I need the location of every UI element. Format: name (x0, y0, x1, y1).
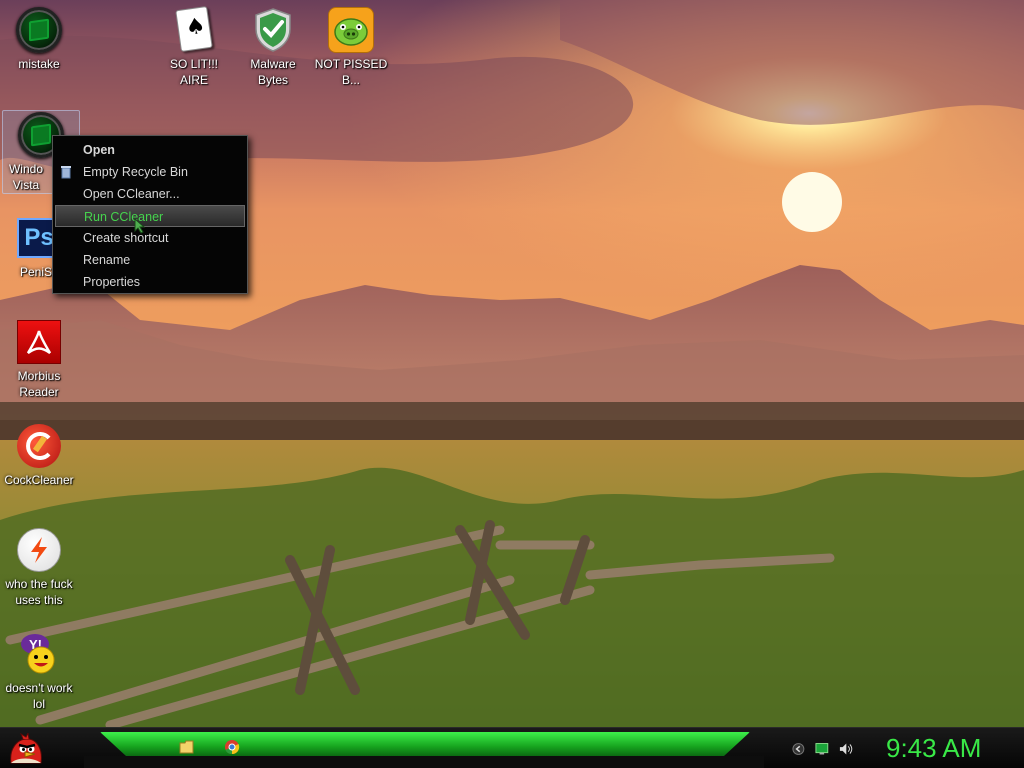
green-orb-icon (15, 6, 63, 54)
desktop-icon-label: mistake (18, 57, 60, 71)
desktop-icon-yahoo-messenger[interactable]: Y! doesn't work lol (0, 630, 78, 712)
volume-icon[interactable] (839, 742, 854, 756)
folder-icon[interactable] (179, 739, 195, 755)
desktop-wallpaper (0, 0, 1024, 768)
desktop-icon-mistake[interactable]: mistake (0, 6, 78, 72)
desktop-icon-label: Malware Bytes (250, 57, 296, 87)
menu-item-label: Create shortcut (83, 231, 169, 245)
pdf-reader-icon (15, 318, 63, 366)
menu-item-empty-recycle-bin[interactable]: Empty Recycle Bin (55, 161, 245, 183)
menu-item-label: Open (83, 143, 115, 157)
desktop-icon-flash[interactable]: who the fuck uses this (0, 526, 78, 608)
menu-item-create-shortcut[interactable]: Create shortcut (55, 227, 245, 249)
menu-item-properties[interactable]: Properties (55, 271, 245, 293)
menu-item-label: Run CCleaner (84, 210, 164, 224)
desktop-icon-label: Morbius Reader (17, 369, 61, 399)
recycle-bin-icon (61, 166, 71, 179)
taskbar-clock[interactable]: 9:43 AM (886, 733, 981, 764)
desktop-icon-label: who the fuck uses this (5, 577, 73, 607)
menu-item-label: Properties (83, 275, 140, 289)
desktop-icon-label: doesn't work lol (5, 681, 73, 711)
desktop-icon-not-pissed-birds[interactable]: NOT PISSED B... (312, 6, 390, 88)
start-button[interactable] (6, 732, 46, 768)
menu-item-label: Empty Recycle Bin (83, 165, 188, 179)
playing-cards-icon (170, 5, 218, 54)
desktop-icon-malwarebytes[interactable]: Malware Bytes (234, 6, 312, 88)
chrome-icon[interactable] (224, 739, 240, 755)
desktop-icon-label: Windo Vista (8, 162, 43, 192)
shield-check-icon (249, 6, 297, 54)
menu-item-open[interactable]: Open (55, 139, 245, 161)
system-tray (792, 741, 854, 757)
desktop-icon-label: SO LIT!!! AIRE (169, 57, 218, 87)
network-icon[interactable] (815, 742, 830, 756)
desktop-icon-ccleaner[interactable]: CockCleaner (0, 422, 78, 488)
menu-item-label: Open CCleaner... (83, 187, 180, 201)
menu-item-open-ccleaner[interactable]: Open CCleaner... (55, 183, 245, 205)
chevron-left-icon[interactable] (792, 742, 805, 756)
menu-item-label: Rename (83, 253, 131, 267)
yahoo-messenger-icon: Y! (15, 630, 63, 678)
green-pig-icon (327, 6, 375, 54)
taskbar (0, 727, 1024, 768)
context-menu: Open Empty Recycle Bin Open CCleaner... … (52, 135, 248, 294)
flash-icon (15, 526, 63, 574)
menu-item-rename[interactable]: Rename (55, 249, 245, 271)
taskbar-task-area[interactable] (100, 732, 750, 756)
taskbar-bevel (84, 756, 764, 768)
menu-item-run-ccleaner[interactable]: Run CCleaner (55, 205, 245, 234)
desktop-icon-morbius-reader[interactable]: Morbius Reader (0, 318, 78, 400)
desktop-icon-so-lit-aire[interactable]: SO LIT!!! AIRE (155, 5, 233, 88)
desktop-icon-label: CockCleaner (4, 473, 74, 487)
ccleaner-icon (15, 422, 63, 470)
desktop-icon-label: NOT PISSED B... (314, 57, 388, 87)
angry-bird-icon (10, 733, 42, 764)
